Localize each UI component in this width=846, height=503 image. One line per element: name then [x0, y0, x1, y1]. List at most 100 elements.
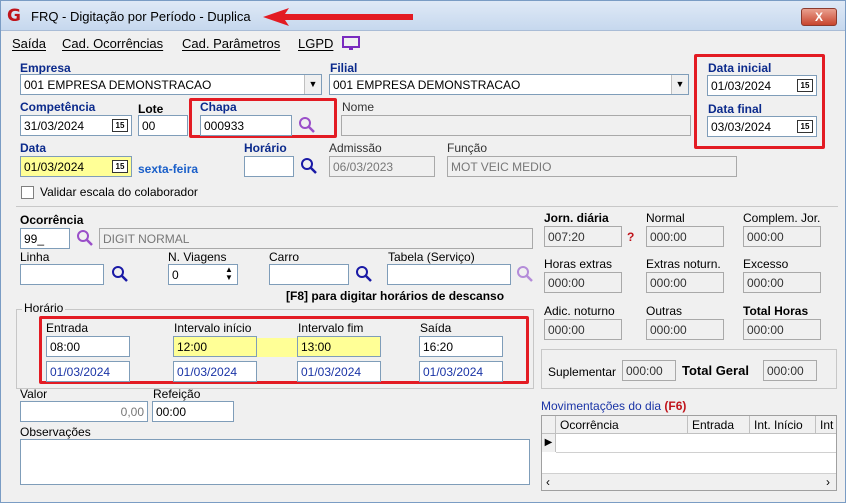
- calendar-icon[interactable]: 15: [112, 160, 128, 173]
- filial-select[interactable]: 001 EMPRESA DEMONSTRACAO ▼: [329, 74, 689, 95]
- grid-col-ocorrencia[interactable]: Ocorrência: [556, 416, 688, 434]
- chevron-left-icon[interactable]: ‹: [546, 475, 550, 489]
- empresa-value: 001 EMPRESA DEMONSTRACAO: [24, 78, 212, 92]
- data-inicial-value: 01/03/2024: [711, 79, 772, 93]
- horario-group-legend: Horário: [22, 301, 66, 315]
- grid-row-divider: [556, 452, 836, 453]
- grid-horizontal-scrollbar[interactable]: ‹ ›: [542, 473, 836, 490]
- carro-input[interactable]: [269, 264, 349, 285]
- calendar-icon[interactable]: 15: [797, 79, 813, 92]
- horas-extras-value: 000:00: [544, 272, 622, 293]
- data-input[interactable]: 01/03/2024 15: [20, 156, 132, 177]
- stepper-arrows-icon[interactable]: ▲ ▼: [222, 266, 236, 283]
- entrada-label: Entrada: [46, 321, 89, 335]
- chapa-label: Chapa: [200, 100, 237, 114]
- horas-extras-label: Horas extras: [544, 257, 613, 271]
- grid-row-indicator-header: [542, 416, 556, 434]
- outras-label: Outras: [646, 304, 683, 318]
- data-final-label: Data final: [708, 102, 763, 116]
- chevron-right-icon[interactable]: ›: [826, 475, 830, 489]
- chevron-down-icon[interactable]: ▼: [304, 75, 321, 94]
- interval-highlight: [257, 338, 297, 357]
- extras-noturn-label: Extras noturn.: [646, 257, 721, 271]
- competencia-label: Competência: [20, 100, 96, 114]
- movimentacoes-grid[interactable]: Ocorrência Entrada Int. Início Int ▶ ‹ ›: [541, 415, 837, 491]
- admissao-input: 06/03/2023: [329, 156, 435, 177]
- funcao-label: Função: [447, 141, 488, 155]
- movimentacoes-hotkey: (F6): [664, 399, 687, 413]
- total-geral-label: Total Geral: [682, 363, 749, 378]
- competencia-input[interactable]: 31/03/2024 15: [20, 115, 132, 136]
- menu-saida[interactable]: Saída: [12, 36, 46, 51]
- grid-col-entrada[interactable]: Entrada: [688, 416, 750, 434]
- competencia-value: 31/03/2024: [24, 119, 85, 133]
- saida-date-input[interactable]: 01/03/2024: [419, 361, 503, 382]
- data-final-input[interactable]: 03/03/2024 15: [707, 116, 817, 137]
- total-horas-value: 000:00: [743, 319, 821, 340]
- tabela-input[interactable]: [387, 264, 511, 285]
- chapa-input[interactable]: 000933: [200, 115, 292, 136]
- menu-bar: Saída Cad. Ocorrências Cad. Parâmetros L…: [1, 32, 845, 54]
- linha-label: Linha: [20, 250, 50, 264]
- validar-checkbox[interactable]: [21, 186, 34, 199]
- data-label: Data: [20, 141, 47, 155]
- calendar-icon[interactable]: 15: [797, 120, 813, 133]
- data-inicial-input[interactable]: 01/03/2024 15: [707, 75, 817, 96]
- adic-noturno-label: Adic. noturno: [544, 304, 615, 318]
- chevron-down-icon[interactable]: ▼: [671, 75, 688, 94]
- search-icon[interactable]: [298, 116, 316, 134]
- carro-label: Carro: [269, 250, 300, 264]
- refeicao-input[interactable]: 00:00: [152, 401, 234, 422]
- jorn-diaria-value: 007:20: [544, 226, 622, 247]
- total-geral-value: 000:00: [763, 360, 817, 381]
- monitor-icon[interactable]: [342, 36, 360, 51]
- search-icon[interactable]: [355, 265, 373, 283]
- grid-col-int-inicio[interactable]: Int. Início: [750, 416, 816, 434]
- menu-cad-parametros[interactable]: Cad. Parâmetros: [182, 36, 280, 51]
- lote-input[interactable]: 00: [138, 115, 188, 136]
- data-inicial-label: Data inicial: [708, 61, 772, 75]
- row-pointer-icon: ▶: [542, 434, 556, 452]
- complem-value: 000:00: [743, 226, 821, 247]
- horario-input[interactable]: [244, 156, 294, 177]
- title-bar: G FRQ - Digitação por Período - Duplica …: [1, 1, 845, 31]
- grid-col-int[interactable]: Int: [816, 416, 836, 434]
- main-window: G FRQ - Digitação por Período - Duplica …: [0, 0, 846, 503]
- viagens-input[interactable]: 0 ▲ ▼: [168, 264, 238, 285]
- excesso-value: 000:00: [743, 272, 821, 293]
- saida-time-input[interactable]: 16:20: [419, 336, 503, 357]
- filial-value: 001 EMPRESA DEMONSTRACAO: [333, 78, 521, 92]
- search-icon[interactable]: [111, 265, 129, 283]
- int-inicio-date-input[interactable]: 01/03/2024: [173, 361, 257, 382]
- ocorrencia-label: Ocorrência: [20, 213, 84, 227]
- viagens-value: 0: [172, 268, 179, 282]
- entrada-date-input[interactable]: 01/03/2024: [46, 361, 130, 382]
- valor-input[interactable]: 0,00: [20, 401, 148, 422]
- observacoes-textarea[interactable]: [20, 439, 530, 485]
- filial-label: Filial: [330, 61, 358, 75]
- jorn-diaria-label: Jorn. diária: [544, 211, 609, 225]
- nome-label: Nome: [342, 100, 375, 114]
- search-icon[interactable]: [516, 265, 534, 283]
- close-button[interactable]: X: [801, 8, 837, 26]
- menu-cad-ocorrencias[interactable]: Cad. Ocorrências: [62, 36, 163, 51]
- outras-value: 000:00: [646, 319, 724, 340]
- int-fim-date-input[interactable]: 01/03/2024: [297, 361, 381, 382]
- help-icon[interactable]: ?: [627, 230, 634, 244]
- admissao-label: Admissão: [329, 141, 382, 155]
- refeicao-label: Refeição: [153, 387, 201, 401]
- search-icon[interactable]: [300, 157, 318, 175]
- search-icon[interactable]: [76, 229, 94, 247]
- entrada-time-input[interactable]: 08:00: [46, 336, 130, 357]
- int-inicio-label: Intervalo início: [174, 321, 252, 335]
- ocorrencia-code-input[interactable]: 99_: [20, 228, 70, 249]
- calendar-icon[interactable]: 15: [112, 119, 128, 132]
- window-title: FRQ - Digitação por Período - Duplica: [31, 9, 251, 24]
- int-fim-time-input[interactable]: 13:00: [297, 336, 381, 357]
- weekday-label: sexta-feira: [138, 162, 199, 176]
- menu-lgpd[interactable]: LGPD: [298, 36, 333, 51]
- ocorrencia-desc: DIGIT NORMAL: [99, 228, 533, 249]
- linha-input[interactable]: [20, 264, 104, 285]
- int-inicio-time-input[interactable]: 12:00: [173, 336, 257, 357]
- empresa-select[interactable]: 001 EMPRESA DEMONSTRACAO ▼: [20, 74, 322, 95]
